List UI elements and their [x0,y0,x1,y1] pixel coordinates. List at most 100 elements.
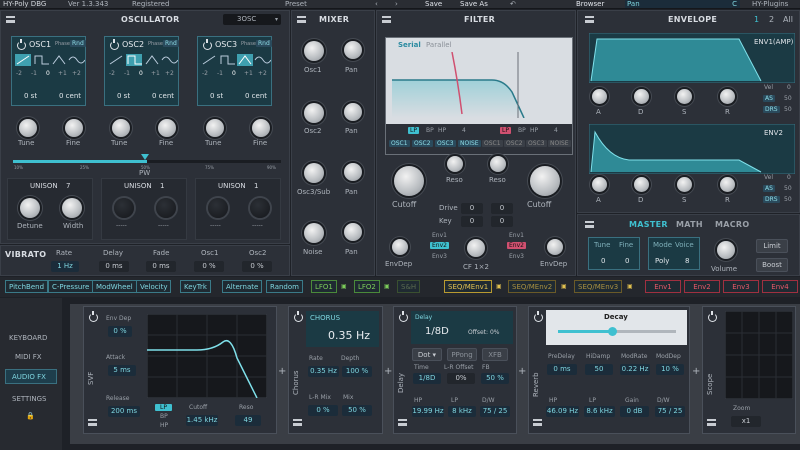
save-button[interactable]: Save [425,0,442,8]
env2-attack-knob[interactable] [592,177,607,192]
sidebar-item-keyboard[interactable]: KEYBOARD [9,334,47,342]
chorus-menu-icon[interactable] [293,419,302,426]
tab-math[interactable]: MATH [676,220,703,229]
osc1-pan-knob[interactable] [344,41,362,59]
reso2-knob[interactable] [490,156,506,172]
prev-preset-button[interactable]: ‹ [375,0,378,8]
osc-mode-select[interactable]: 3OSC ▾ [223,14,281,25]
add-fx-icon[interactable]: + [384,366,392,377]
osc2-pan-knob[interactable] [344,103,362,121]
vibrato-delay[interactable]: 0 ms [99,261,129,272]
reverb-modrate-value[interactable]: 0.22 Hz [620,364,650,375]
delay-xfb-button[interactable]: XFB [482,348,508,361]
osc2-fine-knob[interactable] [158,119,176,137]
env-page-2[interactable]: 2 [769,15,774,24]
osc2-power-icon[interactable] [110,39,119,50]
osc3-power-icon[interactable] [203,39,212,50]
osc3-semitone[interactable]: 0 st [210,92,223,100]
seq2-edit-icon[interactable]: ▣ [561,283,567,290]
osc3-wave-icons[interactable] [201,54,271,66]
svf-reso-value[interactable]: 49 [235,415,261,426]
delay-lroffset-value[interactable]: 0% [447,373,475,384]
delay-fb-value[interactable]: 50 % [481,373,509,384]
voice-count-value[interactable]: 8 [685,257,689,265]
mod-keytrk[interactable]: KeyTrk [180,280,211,293]
reverb-power-icon[interactable] [534,311,543,322]
drive1-value[interactable]: 0 [461,203,483,214]
svf-cutoff-value[interactable]: 1.45 kHz [186,415,218,426]
envdep2-knob[interactable] [547,239,563,255]
chorus-mix-value[interactable]: 50 % [342,405,372,416]
width-knob[interactable] [62,198,82,218]
filter-menu-icon[interactable] [382,16,391,23]
preset-name[interactable]: Preset [285,0,307,8]
seq1-edit-icon[interactable]: ▣ [496,283,502,290]
osc3-tune-knob[interactable] [206,119,224,137]
drive2-value[interactable]: 0 [491,203,513,214]
scope-power-icon[interactable] [708,311,717,322]
noise-level-knob[interactable] [304,223,324,243]
key1-value[interactable]: 0 [461,216,483,227]
serial-tab[interactable]: Serial [398,41,421,49]
osc3-fine-knob[interactable] [252,119,270,137]
osc1-level-knob[interactable] [304,41,324,61]
seq3-edit-icon[interactable]: ▣ [627,283,633,290]
key2-value[interactable]: 0 [491,216,513,227]
vibrato-osc1[interactable]: 0 % [194,261,224,272]
svf-bp[interactable]: BP [160,413,168,420]
delay-dot-select[interactable]: Dot ▾ [412,348,442,361]
reverb-predelay-value[interactable]: 0 ms [547,364,577,375]
osc3-cent[interactable]: 0 cent [245,92,267,100]
svf-attack-value[interactable]: 5 ms [108,365,136,376]
env2-release-knob[interactable] [720,177,735,192]
decay-handle[interactable] [608,327,617,336]
osc1-semitone[interactable]: 0 st [24,92,37,100]
osc3-level-knob[interactable] [304,163,324,183]
osc2-wave-icons[interactable] [108,54,178,66]
cutoff2-knob[interactable] [530,166,560,196]
delay-time-value[interactable]: 1/8D [413,373,441,384]
pw-slider[interactable] [13,160,281,163]
delay-menu-icon[interactable] [398,419,407,426]
delay-lp-value[interactable]: 8 kHz [448,406,476,417]
envelope-menu-icon[interactable] [585,16,594,23]
vibrato-osc2[interactable]: 0 % [242,261,272,272]
mod-lfo2[interactable]: LFO2 [354,280,380,293]
sidebar-item-audiofx[interactable]: AUDIO FX [5,369,57,384]
osc1-tune-knob[interactable] [19,119,37,137]
reverb-gain-value[interactable]: 0 dB [620,406,649,417]
unison3-count[interactable]: 1 [254,182,258,190]
tab-master[interactable]: MASTER [629,220,668,229]
mod-cpressure[interactable]: C-Pressure [48,280,94,293]
mod-seq1[interactable]: SEQ/MEnv1 [444,280,493,293]
mixer-menu-icon[interactable] [297,16,306,23]
env1-sustain-knob[interactable] [677,89,692,104]
osc-menu-icon[interactable] [6,16,15,23]
reverb-menu-icon[interactable] [533,419,542,426]
osc2-tune-knob[interactable] [112,119,130,137]
svf-envdep-value[interactable]: 0 % [108,326,132,337]
chorus-depth-value[interactable]: 100 % [342,366,372,377]
osc1-power-icon[interactable] [17,39,26,50]
crossfade-knob[interactable] [467,239,485,257]
master-menu-icon[interactable] [585,221,594,228]
mod-seq2[interactable]: SEQ/MEnv2 [508,280,557,293]
detune-knob[interactable] [20,198,40,218]
env1-release-knob[interactable] [720,89,735,104]
chorus-lr-value[interactable]: 0 % [308,405,338,416]
vibrato-fade[interactable]: 0 ms [146,261,176,272]
osc3-pan-knob[interactable] [344,163,362,181]
osc2-level-knob[interactable] [304,103,324,123]
delay-dw-value[interactable]: 75 / 25 [480,406,510,417]
lfo1-edit-icon[interactable]: ▣ [341,283,347,290]
mod-velocity[interactable]: Velocity [136,280,172,293]
mod-env3[interactable]: Env3 [723,280,759,293]
sidebar-item-midifx[interactable]: MIDI FX [15,353,42,361]
scope-menu-icon[interactable] [707,419,716,426]
chorus-rate-value[interactable]: 0.35 Hz [308,366,339,377]
master-fine-value[interactable]: 0 [625,257,629,265]
next-preset-button[interactable]: › [395,0,398,8]
tab-macro[interactable]: MACRO [715,220,749,229]
reverb-lp-value[interactable]: 8.6 kHz [584,406,615,417]
mod-random[interactable]: Random [266,280,303,293]
